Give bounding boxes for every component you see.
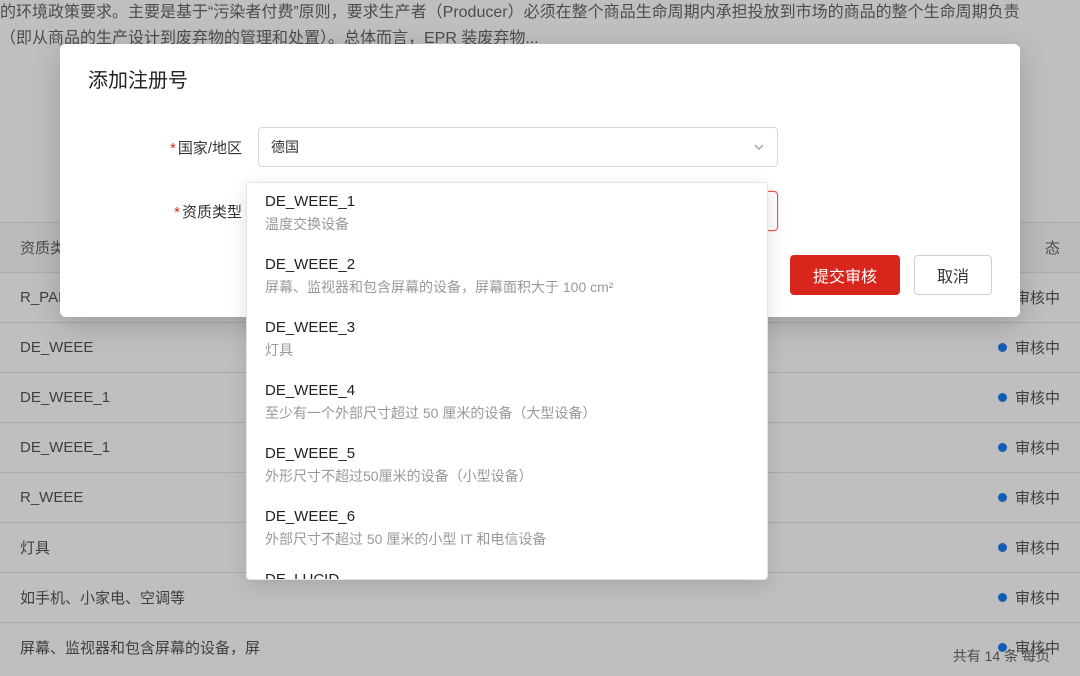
required-mark: * bbox=[170, 140, 176, 157]
dropdown-option-desc: 屏幕、监视器和包含屏幕的设备，屏幕面积大于 100 cm² bbox=[265, 277, 749, 297]
dropdown-option-desc: 外部尺寸不超过 50 厘米的小型 IT 和电信设备 bbox=[265, 529, 749, 549]
cancel-button[interactable]: 取消 bbox=[914, 255, 992, 295]
submit-button[interactable]: 提交审核 bbox=[790, 255, 900, 295]
quality-type-label: *资质类型 bbox=[88, 201, 258, 222]
dropdown-option[interactable]: DE_WEEE_3 灯具 bbox=[247, 309, 767, 372]
dropdown-option-desc: 外形尺寸不超过50厘米的设备（小型设备） bbox=[265, 466, 749, 486]
country-label: *国家/地区 bbox=[88, 137, 258, 158]
quality-type-dropdown[interactable]: DE_WEEE_1 温度交换设备 DE_WEEE_2 屏幕、监视器和包含屏幕的设备，屏… bbox=[246, 182, 768, 580]
dropdown-option-code: DE_WEEE_6 bbox=[265, 508, 749, 525]
country-select[interactable]: 德国 bbox=[258, 127, 778, 167]
modal-title: 添加注册号 bbox=[88, 64, 992, 93]
dropdown-option[interactable]: DE_WEEE_6 外部尺寸不超过 50 厘米的小型 IT 和电信设备 bbox=[247, 498, 767, 561]
dropdown-option-code: DE_LUCID bbox=[265, 571, 749, 580]
row-country: *国家/地区 德国 bbox=[88, 127, 992, 167]
chevron-down-icon bbox=[753, 141, 765, 153]
country-select-value: 德国 bbox=[271, 137, 299, 157]
dropdown-option[interactable]: DE_WEEE_2 屏幕、监视器和包含屏幕的设备，屏幕面积大于 100 cm² bbox=[247, 246, 767, 309]
required-mark: * bbox=[174, 204, 180, 221]
dropdown-option-desc: 灯具 bbox=[265, 340, 749, 360]
dropdown-option-code: DE_WEEE_1 bbox=[265, 193, 749, 210]
dropdown-option-code: DE_WEEE_2 bbox=[265, 256, 749, 273]
dropdown-option-desc: 至少有一个外部尺寸超过 50 厘米的设备（大型设备） bbox=[265, 403, 749, 423]
dropdown-option-code: DE_WEEE_3 bbox=[265, 319, 749, 336]
dropdown-option[interactable]: DE_WEEE_5 外形尺寸不超过50厘米的设备（小型设备） bbox=[247, 435, 767, 498]
dropdown-option-code: DE_WEEE_4 bbox=[265, 382, 749, 399]
dropdown-option-code: DE_WEEE_5 bbox=[265, 445, 749, 462]
dropdown-option[interactable]: DE_WEEE_4 至少有一个外部尺寸超过 50 厘米的设备（大型设备） bbox=[247, 372, 767, 435]
dropdown-option[interactable]: DE_LUCID bbox=[247, 561, 767, 580]
dropdown-option[interactable]: DE_WEEE_1 温度交换设备 bbox=[247, 183, 767, 246]
dropdown-option-desc: 温度交换设备 bbox=[265, 214, 749, 234]
